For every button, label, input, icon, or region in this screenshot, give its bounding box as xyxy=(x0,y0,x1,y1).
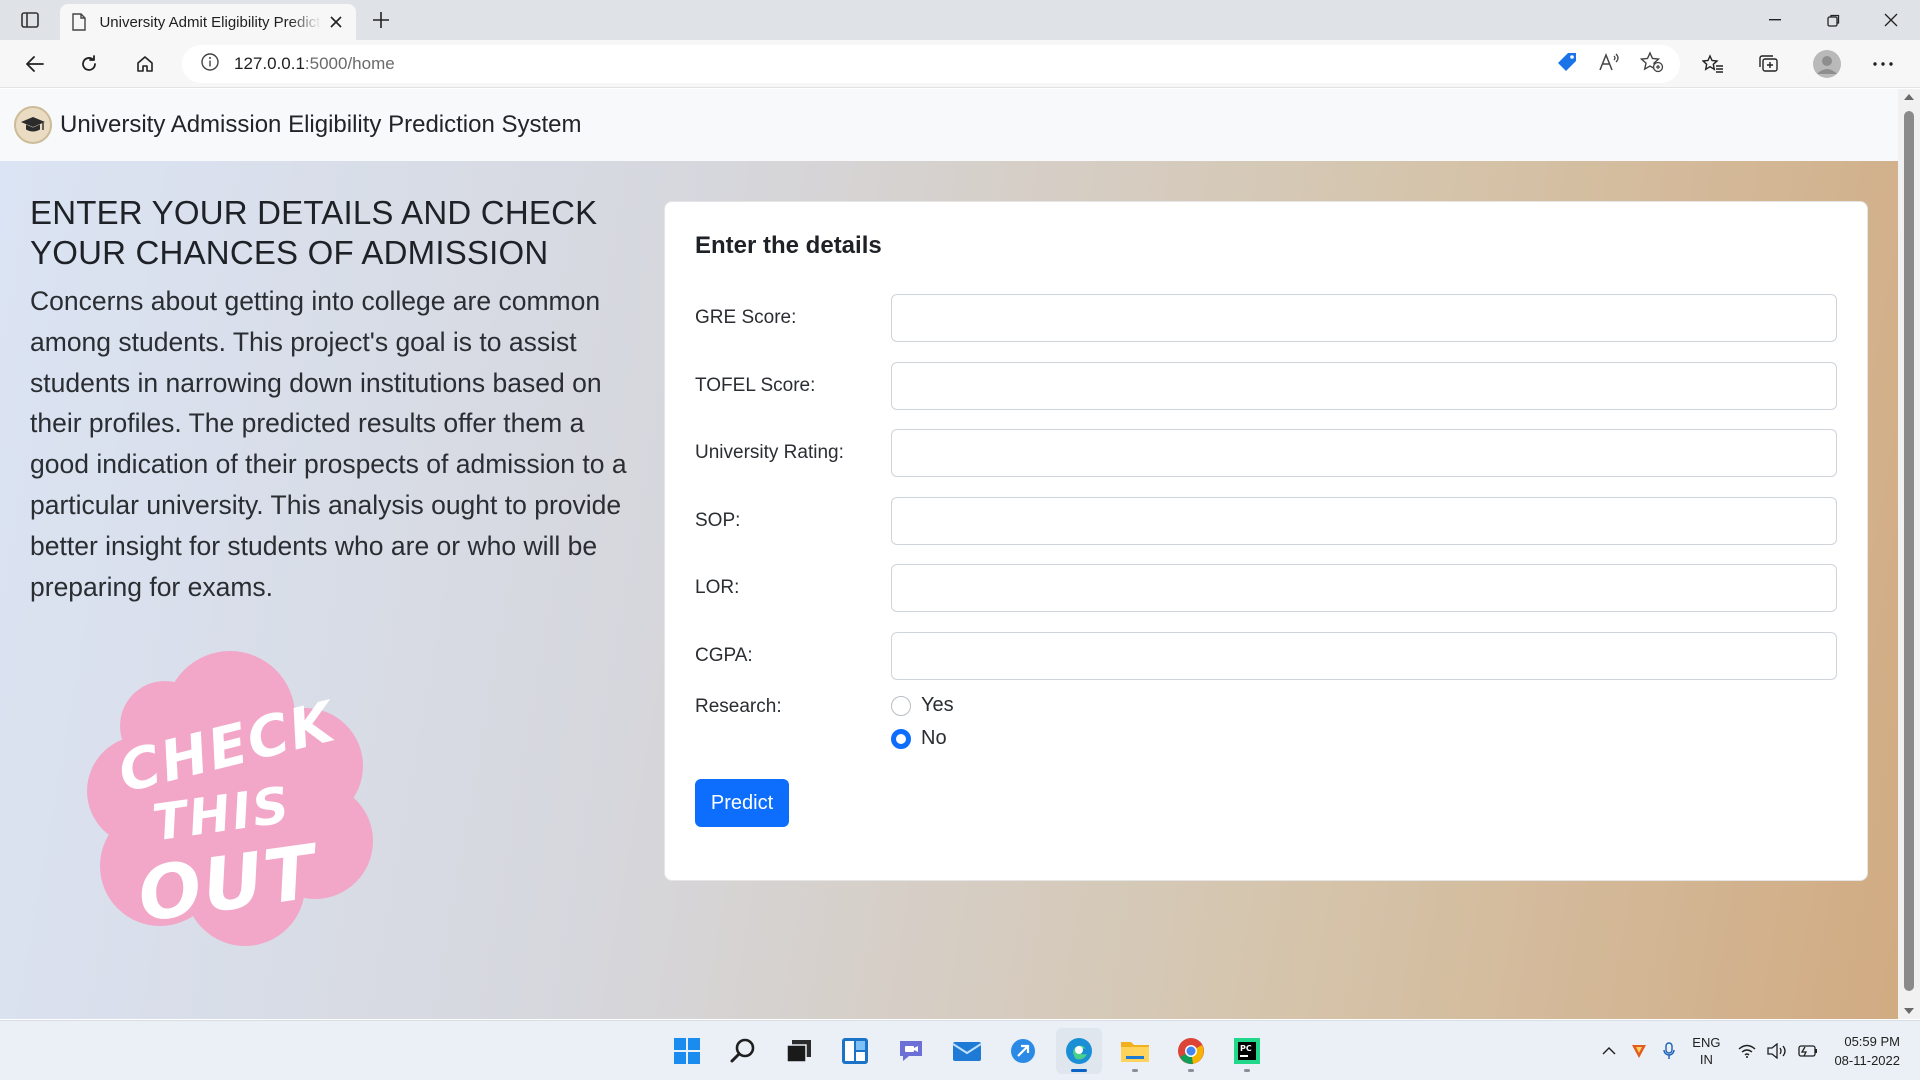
battery-icon[interactable] xyxy=(1792,1036,1822,1066)
pycharm-icon[interactable]: PC xyxy=(1224,1028,1270,1074)
address-bar[interactable]: 127.0.0.1:5000/home xyxy=(182,45,1680,83)
profile-icon[interactable] xyxy=(1810,47,1844,81)
system-tray: ENG IN 05:59 PM 08-11-2022 xyxy=(1594,1021,1920,1080)
file-explorer-icon[interactable] xyxy=(1112,1028,1158,1074)
sop-input[interactable] xyxy=(890,496,1837,545)
sop-row: SOP: xyxy=(695,496,1837,545)
region-code: IN xyxy=(1699,1052,1713,1067)
minimize-icon[interactable] xyxy=(1746,0,1804,40)
intro-heading: ENTER YOUR DETAILS AND CHECK YOUR CHANCE… xyxy=(30,194,598,271)
language-code: ENG xyxy=(1692,1035,1721,1050)
browser-tab-bar: University Admit Eligibility Predictor xyxy=(0,0,1920,40)
check-this-out-sticker: CHECK THIS OUT xyxy=(70,641,390,951)
tofel-score-row: TOFEL Score: xyxy=(695,361,1837,410)
cgpa-label: CGPA: xyxy=(695,644,753,666)
research-option-yes[interactable]: Yes xyxy=(891,693,954,718)
edge-icon[interactable] xyxy=(1056,1028,1102,1074)
more-icon[interactable] xyxy=(1866,47,1900,81)
volume-icon[interactable] xyxy=(1762,1036,1792,1066)
lor-input[interactable] xyxy=(890,564,1837,612)
page-scrollbar[interactable] xyxy=(1898,89,1920,1019)
language-indicator[interactable]: ENG IN xyxy=(1692,1034,1720,1068)
teams-chat-icon[interactable] xyxy=(888,1028,934,1074)
gre-score-input[interactable] xyxy=(890,294,1837,342)
university-rating-input[interactable] xyxy=(890,429,1837,477)
research-row: Research: Yes No xyxy=(695,693,1837,751)
tofel-score-input[interactable] xyxy=(890,361,1837,410)
research-label: Research: xyxy=(695,696,782,717)
cgpa-row: CGPA: xyxy=(695,631,1837,680)
url-host: 127.0.0.1 xyxy=(234,54,305,73)
predict-button[interactable]: Predict xyxy=(695,779,789,827)
chevron-up-icon[interactable] xyxy=(1594,1036,1624,1066)
lor-label: LOR: xyxy=(695,577,740,598)
sticker-image: CHECK THIS OUT xyxy=(87,651,373,946)
intro-column: ENTER YOUR DETAILS AND CHECK YOUR CHANCE… xyxy=(30,193,630,607)
windows-start-icon[interactable] xyxy=(664,1028,710,1074)
clock-date: 08-11-2022 xyxy=(1834,1053,1900,1068)
hero-section: ENTER YOUR DETAILS AND CHECK YOUR CHANCE… xyxy=(0,161,1898,1019)
back-icon[interactable] xyxy=(18,47,52,81)
navbar: University Admission Eligibility Predict… xyxy=(0,89,1898,161)
plus-icon[interactable] xyxy=(366,6,396,34)
refresh-icon[interactable] xyxy=(72,47,106,81)
research-yes-radio[interactable] xyxy=(891,695,911,716)
window-close-icon[interactable] xyxy=(1862,0,1920,40)
url-path: :5000/home xyxy=(304,54,395,73)
favorites-icon[interactable] xyxy=(1696,47,1730,81)
intro-paragraph: Concerns about getting into college are … xyxy=(30,286,627,602)
wifi-icon[interactable] xyxy=(1732,1036,1762,1066)
page-viewport: University Admission Eligibility Predict… xyxy=(0,89,1898,1019)
chrome-icon[interactable] xyxy=(1168,1028,1214,1074)
research-option-no[interactable]: No xyxy=(891,726,954,751)
restore-icon[interactable] xyxy=(1804,0,1862,40)
taskbar-apps: PC xyxy=(664,1021,1270,1080)
document-icon xyxy=(70,13,87,31)
info-icon[interactable] xyxy=(200,52,220,77)
clock-time: 05:59 PM xyxy=(1844,1034,1900,1049)
collections-icon[interactable] xyxy=(1752,47,1786,81)
details-form-card: Enter the details GRE Score: TOFEL Score… xyxy=(664,201,1868,881)
tab-actions-icon[interactable] xyxy=(14,6,46,34)
tag-icon[interactable] xyxy=(1556,51,1578,78)
search-icon[interactable] xyxy=(720,1028,766,1074)
navbar-brand[interactable]: University Admission Eligibility Predict… xyxy=(60,111,582,139)
tofel-score-label: TOFEL Score: xyxy=(695,374,816,396)
read-aloud-icon[interactable] xyxy=(1598,52,1620,77)
widgets-icon[interactable] xyxy=(832,1028,878,1074)
university-rating-label: University Rating: xyxy=(695,442,844,463)
gre-score-row: GRE Score: xyxy=(695,294,1837,342)
clock[interactable]: 05:59 PM 08-11-2022 xyxy=(1834,1032,1900,1070)
svg-text:PC: PC xyxy=(1240,1044,1252,1053)
app-icon[interactable] xyxy=(1000,1028,1046,1074)
research-no-radio[interactable] xyxy=(891,728,911,749)
browser-tab[interactable]: University Admit Eligibility Predictor xyxy=(60,4,356,40)
scroll-down-icon[interactable] xyxy=(1904,1008,1914,1014)
sop-label: SOP: xyxy=(695,509,741,531)
research-no-label[interactable]: No xyxy=(921,727,947,750)
home-icon[interactable] xyxy=(128,47,162,81)
university-rating-row: University Rating: xyxy=(695,429,1837,477)
task-view-icon[interactable] xyxy=(776,1028,822,1074)
research-radio-group: Yes No xyxy=(891,693,954,751)
tab-title: University Admit Eligibility Predictor xyxy=(99,13,321,31)
windows-taskbar: PC ENG IN 05:59 PM 08-11-2022 xyxy=(0,1020,1920,1080)
window-controls xyxy=(1746,0,1920,40)
lor-row: LOR: xyxy=(695,564,1837,612)
mail-icon[interactable] xyxy=(944,1028,990,1074)
close-icon[interactable] xyxy=(327,12,346,32)
add-favorite-icon[interactable] xyxy=(1639,50,1664,78)
research-yes-label[interactable]: Yes xyxy=(921,694,954,717)
form-title: Enter the details xyxy=(695,232,882,259)
microphone-icon[interactable] xyxy=(1654,1036,1684,1066)
browser-toolbar: 127.0.0.1:5000/home xyxy=(0,40,1920,88)
scrollbar-thumb[interactable] xyxy=(1904,111,1914,991)
gre-score-label: GRE Score: xyxy=(695,307,797,328)
vpn-shield-icon[interactable] xyxy=(1624,1036,1654,1066)
cgpa-input[interactable] xyxy=(890,631,1837,680)
scroll-up-icon[interactable] xyxy=(1904,94,1914,100)
graduation-cap-icon[interactable] xyxy=(14,106,52,144)
